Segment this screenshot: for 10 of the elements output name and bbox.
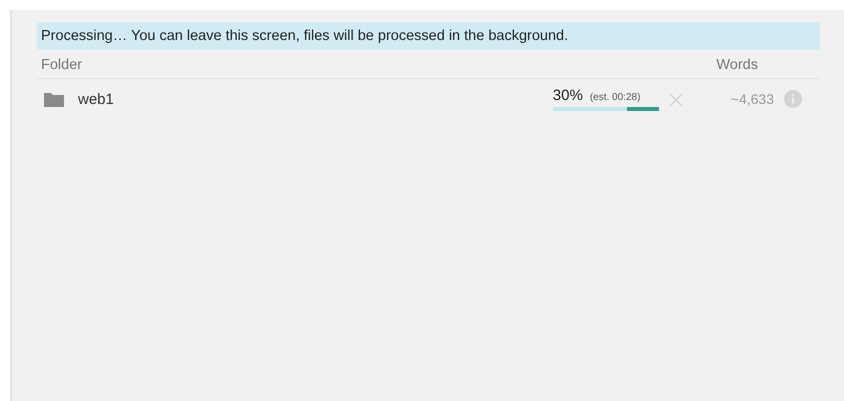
word-count: ~4,633	[730, 91, 774, 107]
info-icon[interactable]	[784, 90, 802, 108]
folder-name: web1	[78, 90, 115, 108]
cancel-button[interactable]	[668, 93, 683, 107]
folder-icon	[44, 92, 64, 106]
status-banner: Processing… You can leave this screen, files will be processed in the background.	[37, 22, 820, 50]
time-estimate: (est. 00:28)	[590, 92, 640, 103]
column-header: Words	[716, 57, 758, 73]
column-header: Folder	[41, 57, 82, 73]
progress-percent: 30%	[552, 87, 583, 104]
